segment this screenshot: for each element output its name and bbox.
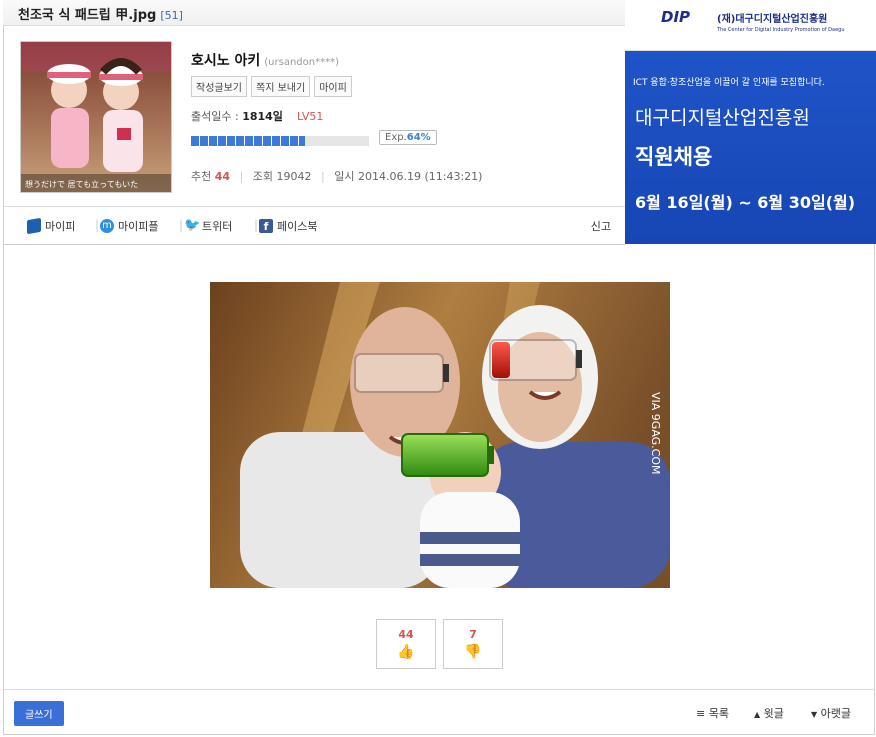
dip-logo: DIP	[661, 8, 691, 26]
triangle-down-icon: ▼	[811, 710, 818, 719]
divider: |	[179, 218, 184, 232]
share-mypi[interactable]: 마이피	[27, 217, 76, 235]
prev-post-button[interactable]: ▲ 윗글	[754, 705, 784, 721]
divider: |	[321, 170, 325, 183]
bottom-bar: 글쓰기 ≡ 목록 ▲ 윗글 ▼ 아랫글	[3, 689, 875, 736]
views-value: 19042	[276, 170, 312, 183]
list-icon: ≡	[696, 707, 706, 720]
divider: |	[95, 218, 100, 232]
ad-org-name: (재)대구디지털산업진흥원	[717, 14, 828, 25]
comment-count[interactable]: [51]	[160, 9, 183, 22]
share-mypi-label: 마이피	[45, 220, 76, 233]
exp-progress-bar	[191, 136, 369, 146]
ad-body: ICT 융합·창조산업을 이끌어 갈 인재를 모집합니다. 대구디지털산업진흥원…	[625, 51, 876, 244]
write-button[interactable]: 글쓰기	[14, 701, 64, 726]
ad-org-title: 대구디지털산업진흥원	[635, 107, 810, 129]
ad-org-english: The Center for Digital Industry Promotio…	[717, 27, 845, 33]
image-watermark: VIA 9GAG.COM	[649, 392, 662, 475]
thumbs-down-icon: 👎	[464, 644, 482, 660]
ad-headline: 직원채용	[635, 145, 713, 169]
avatar-caption: 想うだけで 居ても立ってもいた	[25, 179, 138, 189]
profile-buttons: 작성글보기 쪽지 보내기 마이피	[191, 76, 352, 97]
post-title-bar: 천조국 식 패드립 甲.jpg [51]	[3, 0, 625, 26]
list-label: 목록	[708, 707, 729, 720]
share-mypeople-label: 마이피플	[118, 220, 159, 233]
prev-label: 윗글	[763, 707, 784, 720]
mypi-button[interactable]: 마이피	[314, 76, 352, 97]
user-id: (ursandon****)	[264, 57, 340, 68]
date-label: 일시	[334, 170, 355, 183]
view-posts-button[interactable]: 작성글보기	[191, 76, 247, 97]
exp-tag: Exp.64%	[379, 130, 437, 145]
upvote-button[interactable]: 44 👍	[376, 619, 436, 669]
post-title-text: 천조국 식 패드립 甲.jpg	[18, 8, 157, 23]
list-button[interactable]: ≡ 목록	[696, 705, 729, 721]
divider: |	[254, 218, 259, 232]
share-mypeople[interactable]: m 마이피플	[100, 218, 158, 234]
avatar[interactable]: 想うだけで 居ても立ってもいた	[20, 41, 172, 193]
recommend-value: 44	[214, 170, 231, 183]
author-profile: 想うだけで 居ても立ってもいた 호시노 아키 (ursandon****) 작성글…	[3, 26, 625, 206]
share-facebook-label: 페이스북	[277, 220, 318, 233]
exp-progress-fill	[191, 136, 305, 146]
share-bar: 마이피 | m 마이피플 | 🐦 트위터 | f 페이스북 신고	[3, 206, 625, 245]
mypi-icon	[27, 217, 41, 235]
ad-tagline: ICT 융합·창조산업을 이끌어 갈 인재를 모집합니다.	[633, 78, 825, 88]
ad-dates: 6월 16일(월) ~ 6월 30일(월)	[635, 193, 856, 212]
triangle-up-icon: ▲	[754, 710, 761, 719]
report-button[interactable]: 신고	[591, 218, 611, 234]
send-message-button[interactable]: 쪽지 보내기	[251, 76, 311, 97]
exp-label: Exp.	[385, 132, 407, 143]
attendance: 출석일수 : 1814일 LV51	[191, 108, 323, 124]
upvote-count: 44	[398, 628, 414, 641]
date-value: 2014.06.19 (11:43:21)	[358, 170, 483, 183]
level-badge: LV51	[296, 110, 324, 123]
twitter-icon: 🐦	[184, 218, 201, 233]
ad-header: DIP (재)대구디지털산업진흥원 The Center for Digital…	[625, 0, 876, 51]
downvote-count: 7	[469, 628, 477, 641]
facebook-icon: f	[259, 219, 273, 233]
downvote-button[interactable]: 7 👎	[443, 619, 503, 669]
thumbs-up-icon: 👍	[397, 644, 415, 660]
attendance-value: 1814일	[242, 110, 283, 123]
next-label: 아랫글	[820, 707, 852, 720]
mypeople-icon: m	[100, 219, 114, 233]
user-name[interactable]: 호시노 아키	[191, 53, 260, 69]
post-image: VIA 9GAG.COM	[210, 282, 670, 588]
avatar-image: 想うだけで 居ても立ってもいた	[21, 42, 171, 192]
post-image-illustration: VIA 9GAG.COM	[210, 282, 670, 588]
views-label: 조회	[252, 170, 274, 183]
post-stats: 추천 44 | 조회 19042 | 일시 2014.06.19 (11:43:…	[191, 168, 482, 184]
share-facebook[interactable]: f 페이스북	[259, 218, 317, 234]
recommend-label: 추천	[191, 170, 212, 183]
user-name-row: 호시노 아키 (ursandon****)	[191, 50, 339, 70]
attendance-label: 출석일수 :	[191, 110, 243, 123]
exp-value: 64%	[406, 132, 431, 143]
next-post-button[interactable]: ▼ 아랫글	[811, 705, 851, 721]
share-twitter[interactable]: 🐦 트위터	[184, 218, 232, 234]
divider: |	[239, 170, 244, 183]
post-title: 천조국 식 패드립 甲.jpg [51]	[18, 4, 183, 23]
ad-banner[interactable]: DIP (재)대구디지털산업진흥원 The Center for Digital…	[625, 0, 876, 244]
share-twitter-label: 트위터	[202, 220, 233, 233]
